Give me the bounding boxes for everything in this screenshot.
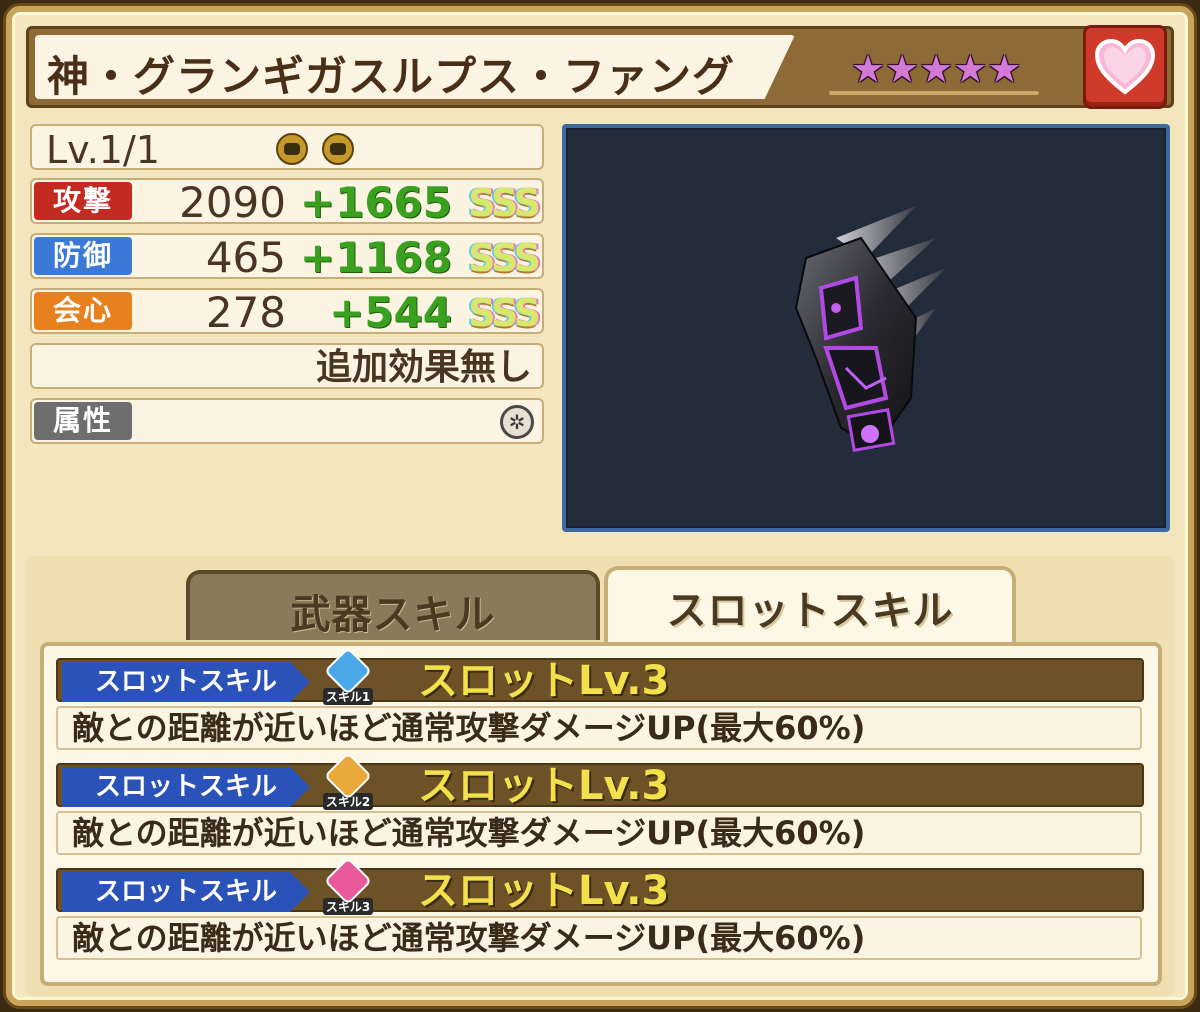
- title-plate: 神・グランギガスルプス・ファング: [35, 35, 795, 99]
- slot-skill-header: スロットスキル スキル3 スロットLv.3: [56, 856, 1144, 915]
- skill-emblem-icon: スキル3: [320, 856, 376, 918]
- stat-rank: SSS: [468, 291, 541, 335]
- star-icon: ★: [987, 47, 1022, 91]
- claw-weapon-image: [794, 206, 946, 452]
- weapon-preview[interactable]: [562, 124, 1170, 532]
- slot-skill-tag: スロットスキル: [62, 872, 310, 912]
- level-row: Lv.1/1: [30, 124, 544, 172]
- stat-bonus-value: +544: [329, 288, 452, 337]
- tab-slot-skill[interactable]: スロットスキル: [604, 566, 1016, 644]
- stat-row-attack: 攻撃 2090 +1665 SSS: [30, 178, 544, 227]
- rarity-stars: ★ ★ ★ ★ ★: [851, 47, 1021, 91]
- star-icon: ★: [919, 47, 954, 91]
- stat-base-value: 278: [205, 288, 286, 337]
- stat-bonus-value: +1665: [299, 178, 452, 227]
- slot-skill-level: スロットLv.3: [418, 868, 670, 914]
- star-icon: ★: [885, 47, 920, 91]
- stat-base-value: 2090: [179, 178, 286, 227]
- stat-label: 攻撃: [34, 182, 132, 220]
- attribute-row: 属性 ✲: [30, 398, 544, 444]
- skill-emblem-icon: スキル1: [320, 646, 376, 708]
- heart-icon: [1094, 38, 1156, 95]
- stat-row-critical: 会心 278 +544 SSS: [30, 288, 544, 337]
- stat-row-defense: 防御 465 +1168 SSS: [30, 233, 544, 282]
- slot-skill-header: スロットスキル スキル2 スロットLv.3: [56, 751, 1144, 810]
- slot-skill-tag: スロットスキル: [62, 767, 310, 807]
- stat-rank: SSS: [468, 181, 541, 225]
- title-bar: 神・グランギガスルプス・ファング ★ ★ ★ ★ ★: [26, 25, 1174, 109]
- star-icon: ★: [953, 47, 988, 91]
- skill-emblem-icon: スキル2: [320, 751, 376, 813]
- slot-skill-description: 敵との距離が近いほど通常攻撃ダメージUP(最大60%): [56, 706, 1142, 750]
- stars-underline: [829, 91, 1039, 95]
- favorite-button[interactable]: [1083, 25, 1167, 109]
- star-icon: ★: [851, 47, 886, 91]
- neutral-element-icon: ✲: [500, 405, 534, 439]
- slot-skill-description: 敵との距離が近いほど通常攻撃ダメージUP(最大60%): [56, 811, 1142, 855]
- stat-label: 防御: [34, 237, 132, 275]
- stat-rank: SSS: [468, 236, 541, 280]
- tab-weapon-skill[interactable]: 武器スキル: [186, 570, 600, 640]
- extra-effect-text: 追加効果無し: [315, 347, 532, 388]
- stat-bonus-value: +1168: [299, 233, 452, 282]
- attribute-label: 属性: [34, 402, 132, 440]
- extra-effect-row: 追加効果無し: [30, 343, 544, 389]
- weapon-name: 神・グランギガスルプス・ファング: [47, 52, 736, 101]
- slot-skill-header: スロットスキル スキル1 スロットLv.3: [56, 646, 1144, 705]
- slot-skill-description: 敵との距離が近いほど通常攻撃ダメージUP(最大60%): [56, 916, 1142, 960]
- slot-skill-level: スロットLv.3: [418, 658, 670, 704]
- fist-icon: [322, 133, 354, 165]
- slot-skill-level: スロットLv.3: [418, 763, 670, 809]
- fist-icon: [276, 133, 308, 165]
- level-text: Lv.1/1: [46, 128, 160, 172]
- slot-skill-tag: スロットスキル: [62, 662, 310, 702]
- stat-label: 会心: [34, 292, 132, 330]
- stat-base-value: 465: [205, 233, 286, 282]
